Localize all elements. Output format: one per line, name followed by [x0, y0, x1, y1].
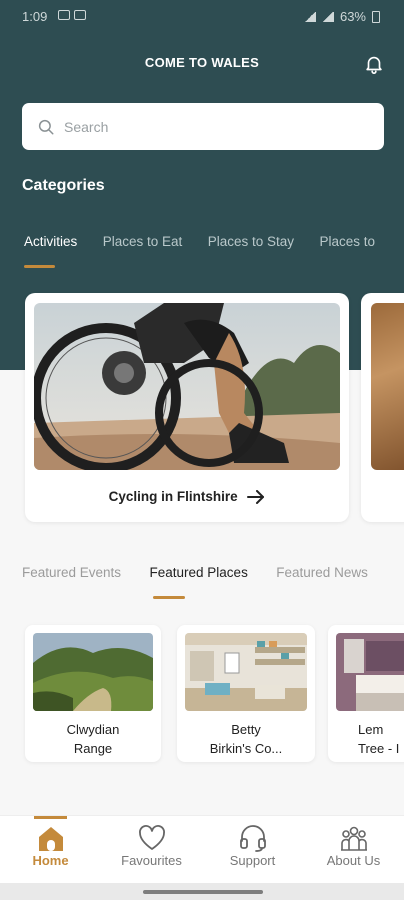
status-time: 1:09: [22, 9, 48, 24]
search-icon: [38, 119, 54, 134]
signal-icon: [303, 11, 316, 22]
tab-places-to-more[interactable]: Places to: [319, 234, 375, 249]
tab-activities[interactable]: Activities: [24, 234, 77, 249]
people-icon: [340, 826, 367, 851]
search-input[interactable]: Search: [22, 103, 384, 150]
place-image: [33, 633, 153, 711]
category-tabs: Activities Places to Eat Places to Stay …: [24, 233, 404, 273]
place-card[interactable]: Clwydian Range: [25, 625, 161, 762]
activity-card[interactable]: [361, 293, 404, 522]
gallery-icon: [58, 10, 70, 20]
nav-support[interactable]: Support: [202, 816, 303, 884]
nav-about-us[interactable]: About Us: [303, 816, 404, 884]
activity-card[interactable]: Cycling in Flintshire: [25, 293, 349, 522]
heart-icon: [138, 825, 165, 850]
home-icon: [38, 827, 63, 851]
headset-icon: [239, 825, 266, 852]
arrow-right-icon: [247, 490, 265, 505]
tab-featured-places[interactable]: Featured Places: [150, 565, 248, 580]
place-name: Lem Tree - I: [358, 722, 400, 756]
tab-featured-events[interactable]: Featured Events: [22, 565, 121, 580]
bell-icon[interactable]: [363, 52, 385, 76]
activity-image: [371, 303, 404, 470]
nav-home[interactable]: Home: [0, 816, 101, 884]
place-card[interactable]: Lem Tree - I: [328, 625, 404, 762]
signal-icon: [321, 11, 334, 22]
home-indicator[interactable]: [143, 890, 263, 894]
status-bar: 1:09 63%: [0, 0, 404, 32]
gesture-bar: [0, 883, 404, 900]
activity-image: [34, 303, 340, 470]
battery-percent: 63%: [339, 9, 366, 24]
nav-favourites[interactable]: Favourites: [101, 816, 202, 884]
place-image: [336, 633, 404, 711]
bottom-navigation: Home Favourites Support About Us: [0, 815, 404, 883]
categories-heading: Categories: [22, 177, 105, 194]
screen-icon: [74, 10, 86, 20]
app-title: COME TO WALES: [144, 55, 260, 70]
active-tab-indicator: [153, 596, 185, 599]
place-image: [185, 633, 307, 711]
activity-label: Cycling in Flintshire: [25, 489, 349, 505]
search-placeholder: Search: [64, 118, 109, 135]
tab-places-to-stay[interactable]: Places to Stay: [208, 234, 294, 249]
tab-places-to-eat[interactable]: Places to Eat: [103, 234, 183, 249]
place-name: Clwydian Range: [66, 722, 120, 756]
place-card[interactable]: Betty Birkin's Co...: [177, 625, 315, 762]
tab-featured-news[interactable]: Featured News: [276, 565, 368, 580]
place-name: Betty Birkin's Co...: [209, 722, 283, 756]
featured-tabs: Featured Events Featured Places Featured…: [22, 564, 404, 582]
active-tab-indicator: [24, 265, 55, 268]
battery-icon: [372, 10, 380, 23]
